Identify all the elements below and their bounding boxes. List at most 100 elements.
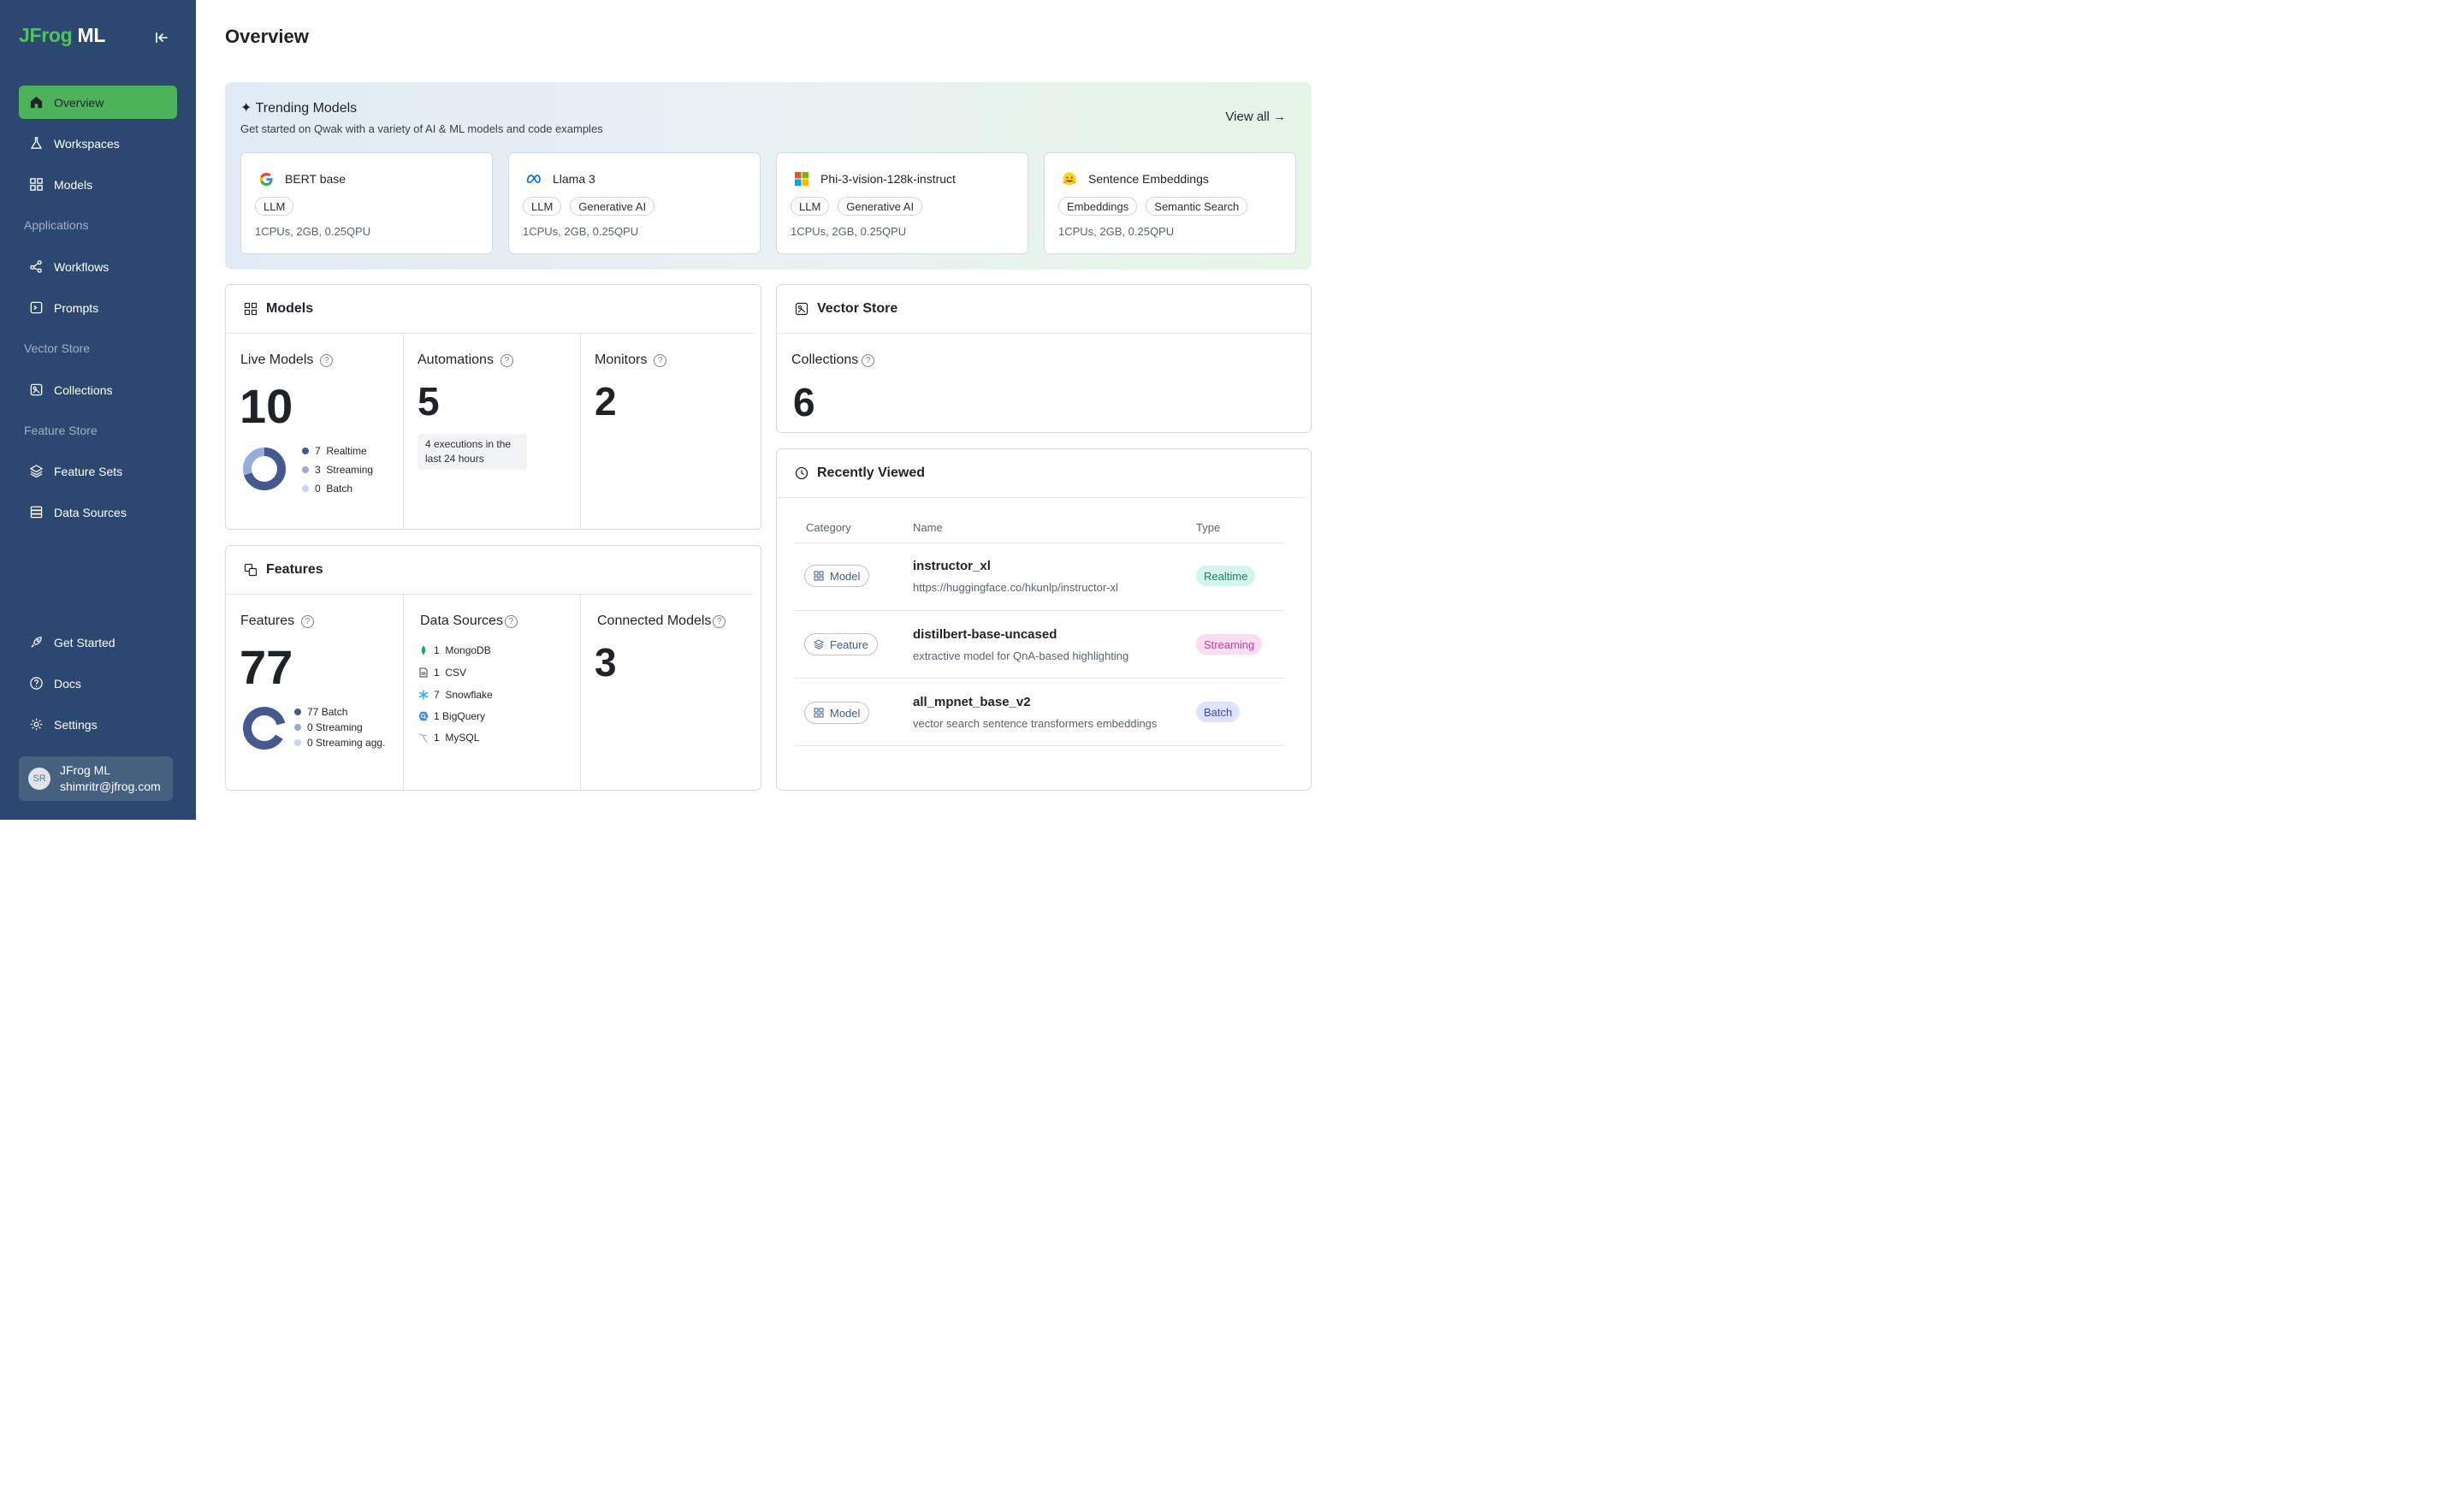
section-vector-store: Vector Store (24, 341, 91, 355)
sidebar-item-workspaces[interactable]: Workspaces (19, 127, 177, 160)
sidebar-item-get-started[interactable]: Get Started (19, 626, 177, 659)
sidebar-item-workflows[interactable]: Workflows (19, 250, 177, 283)
live-models-column: Live Models? 10 7 Realtime 3 Streaming 0… (226, 334, 403, 529)
tag: LLM (791, 197, 830, 216)
model-card-bert[interactable]: BERT base LLM 1CPUs, 2GB, 0.25QPU (240, 152, 493, 254)
flask-icon (28, 136, 44, 151)
connected-models-label: Connected Models? (597, 614, 726, 629)
tag: Generative AI (838, 197, 923, 216)
features-count: 77 (240, 640, 293, 694)
model-spec: 1CPUs, 2GB, 0.25QPU (523, 225, 639, 238)
home-icon (28, 95, 44, 110)
legend-streaming: 0 Streaming (294, 721, 363, 733)
help-icon (28, 676, 44, 691)
vector-store-panel-header: Vector Store (777, 285, 1311, 334)
row-name[interactable]: instructor_xl (913, 559, 991, 573)
gear-icon (28, 717, 44, 732)
monitors-count: 2 (595, 379, 617, 424)
tag: LLM (523, 197, 562, 216)
live-models-count: 10 (240, 379, 293, 433)
automations-column: Automations? 5 4 executions in the last … (403, 334, 580, 529)
csv-icon (418, 667, 429, 678)
row-description: https://huggingface.co/hkunlp/instructor… (913, 581, 1118, 594)
help-icon[interactable]: ? (504, 614, 518, 628)
sidebar-item-models[interactable]: Models (19, 168, 177, 201)
row-name[interactable]: distilbert-base-uncased (913, 627, 1057, 642)
sidebar-item-collections[interactable]: Collections (19, 373, 177, 406)
sidebar-item-prompts[interactable]: Prompts (19, 291, 177, 324)
brand-logo[interactable]: JFrog ML (19, 24, 105, 47)
database-icon (28, 505, 44, 520)
trending-title: ✦ Trending Models (240, 101, 358, 116)
legend-batch: 0 Batch (302, 483, 352, 495)
data-sources-column: Data Sources? 1 MongoDB 1 CSV 7 Snowflak… (403, 595, 580, 790)
legend-streaming-agg: 0 Streaming agg. (294, 737, 385, 749)
features-panel-header: Features (226, 546, 754, 595)
tag: LLM (255, 197, 294, 216)
collections-icon (795, 302, 808, 316)
column-header-name[interactable]: Name (913, 521, 943, 534)
legend-realtime: 7 Realtime (302, 445, 367, 457)
category-pill-model: Model (804, 702, 870, 724)
tag: Embeddings (1058, 197, 1138, 216)
google-logo (258, 171, 274, 187)
help-icon[interactable]: ? (320, 353, 334, 367)
help-icon[interactable]: ? (654, 353, 667, 367)
collections-label: Collections? (791, 353, 875, 368)
help-icon[interactable]: ? (713, 614, 726, 628)
model-card-sentence-embeddings[interactable]: Sentence Embeddings Embeddings Semantic … (1044, 152, 1296, 254)
model-spec: 1CPUs, 2GB, 0.25QPU (1058, 225, 1175, 238)
column-header-category[interactable]: Category (806, 521, 851, 534)
grid-icon (814, 708, 824, 718)
row-name[interactable]: all_mpnet_base_v2 (913, 695, 1031, 709)
page-title: Overview (225, 26, 309, 47)
help-icon[interactable]: ? (862, 353, 875, 367)
legend-streaming: 3 Streaming (302, 464, 373, 476)
connected-models-count: 3 (595, 640, 617, 685)
bigquery-icon (418, 711, 429, 721)
monitors-label: Monitors? (595, 353, 667, 368)
sidebar-item-data-sources[interactable]: Data Sources (19, 495, 177, 529)
help-icon[interactable]: ? (301, 614, 315, 628)
view-all-link[interactable]: View all → (1225, 110, 1286, 124)
models-panel: Models Live Models? 10 7 Realtime 3 Stre… (225, 284, 761, 530)
row-description: vector search sentence transformers embe… (913, 717, 1158, 730)
workflow-icon (28, 259, 44, 275)
user-card[interactable]: SR JFrog ML shimritr@jfrog.com (19, 756, 173, 801)
help-icon[interactable]: ? (500, 353, 513, 367)
mongodb-icon (418, 645, 429, 655)
recently-viewed-panel: Recently Viewed Category Name Type Model… (776, 448, 1312, 791)
sidebar-item-overview[interactable]: Overview (19, 86, 177, 119)
features-label: Features? (240, 614, 315, 629)
avatar: SR (28, 768, 50, 790)
layers-icon (814, 639, 824, 649)
features-panel: Features Features? 77 77 Batch 0 Streami… (225, 545, 761, 791)
column-header-type[interactable]: Type (1196, 521, 1220, 534)
sidebar-item-docs[interactable]: Docs (19, 667, 177, 700)
trending-subtitle: Get started on Qwak with a variety of AI… (240, 122, 603, 135)
type-badge-batch: Batch (1196, 702, 1241, 722)
model-card-phi3[interactable]: Phi-3-vision-128k-instruct LLM Generativ… (776, 152, 1028, 254)
sidebar-item-settings[interactable]: Settings (19, 708, 177, 741)
data-source-snowflake: 7 Snowflake (418, 689, 493, 701)
executions-note: 4 executions in the last 24 hours (418, 434, 527, 470)
vector-store-panel: Vector Store Collections? 6 (776, 284, 1312, 433)
user-name: JFrog ML (60, 763, 111, 777)
model-spec: 1CPUs, 2GB, 0.25QPU (791, 225, 907, 238)
features-column: Features? 77 77 Batch 0 Streaming 0 Stre… (226, 595, 403, 790)
snowflake-icon (418, 690, 429, 700)
sidebar-item-feature-sets[interactable]: Feature Sets (19, 454, 177, 488)
microsoft-logo (794, 171, 809, 187)
grid-icon (28, 177, 44, 193)
type-badge-realtime: Realtime (1196, 566, 1256, 586)
model-card-llama[interactable]: Llama 3 LLM Generative AI 1CPUs, 2GB, 0.… (508, 152, 761, 254)
data-sources-label: Data Sources? (420, 614, 518, 629)
automations-label: Automations? (418, 353, 513, 368)
collapse-sidebar-icon[interactable] (153, 29, 170, 46)
sidebar: JFrog ML Overview Workspaces Models Appl… (0, 0, 196, 820)
data-source-csv: 1 CSV (418, 667, 466, 679)
tag: Generative AI (570, 197, 655, 216)
hugging-face-logo (1062, 171, 1077, 187)
recently-viewed-header: Recently Viewed (777, 449, 1304, 498)
tag: Semantic Search (1146, 197, 1248, 216)
